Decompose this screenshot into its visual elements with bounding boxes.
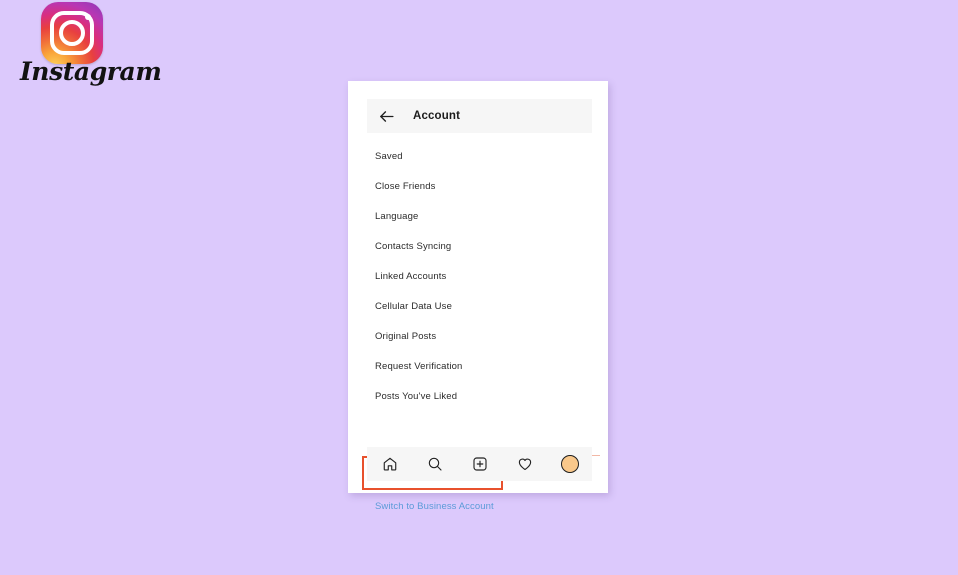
back-arrow-icon[interactable] [378,108,395,125]
home-icon [382,456,398,472]
instagram-brand: Instagram [20,2,162,92]
bottom-navigation-bar [367,447,592,481]
logo-lens-shape [59,20,85,46]
search-icon [427,456,443,472]
add-post-icon [472,456,488,472]
settings-item-label: Saved [375,150,403,162]
switch-to-business-account-link[interactable]: Switch to Business Account [375,501,494,512]
settings-item-label: Linked Accounts [375,270,447,282]
instagram-wordmark: Instagram [20,57,162,86]
nav-add-post-button[interactable] [467,451,493,477]
settings-item-label: Posts You've Liked [375,390,458,402]
settings-item-cellular-data-use[interactable]: Cellular Data Use [348,291,608,321]
settings-item-label: Cellular Data Use [375,300,452,312]
settings-item-label: Contacts Syncing [375,240,452,252]
business-account-link-row[interactable]: Switch to Business Account [348,495,608,517]
heart-icon [517,456,533,472]
settings-item-close-friends[interactable]: Close Friends [348,171,608,201]
settings-item-label: Close Friends [375,180,436,192]
nav-home-button[interactable] [377,451,403,477]
page-title: Account [413,110,461,122]
profile-avatar-icon [560,455,579,473]
settings-item-request-verification[interactable]: Request Verification [348,351,608,381]
settings-item-language[interactable]: Language [348,201,608,231]
settings-item-original-posts[interactable]: Original Posts [348,321,608,351]
settings-item-contacts-syncing[interactable]: Contacts Syncing [348,231,608,261]
instagram-logo-icon [41,2,103,64]
settings-item-label: Original Posts [375,330,437,342]
app-header: Account [367,99,592,133]
settings-list: Saved Close Friends Language Contacts Sy… [348,141,608,411]
settings-item-label: Language [375,210,419,222]
settings-item-linked-accounts[interactable]: Linked Accounts [348,261,608,291]
logo-dot-shape [85,14,91,20]
nav-profile-button[interactable] [557,451,583,477]
settings-item-saved[interactable]: Saved [348,141,608,171]
phone-screen-panel: Account Saved Close Friends Language Con… [348,81,608,512]
settings-item-posts-youve-liked[interactable]: Posts You've Liked [348,381,608,411]
nav-activity-button[interactable] [512,451,538,477]
nav-search-button[interactable] [422,451,448,477]
settings-item-label: Request Verification [375,360,463,372]
